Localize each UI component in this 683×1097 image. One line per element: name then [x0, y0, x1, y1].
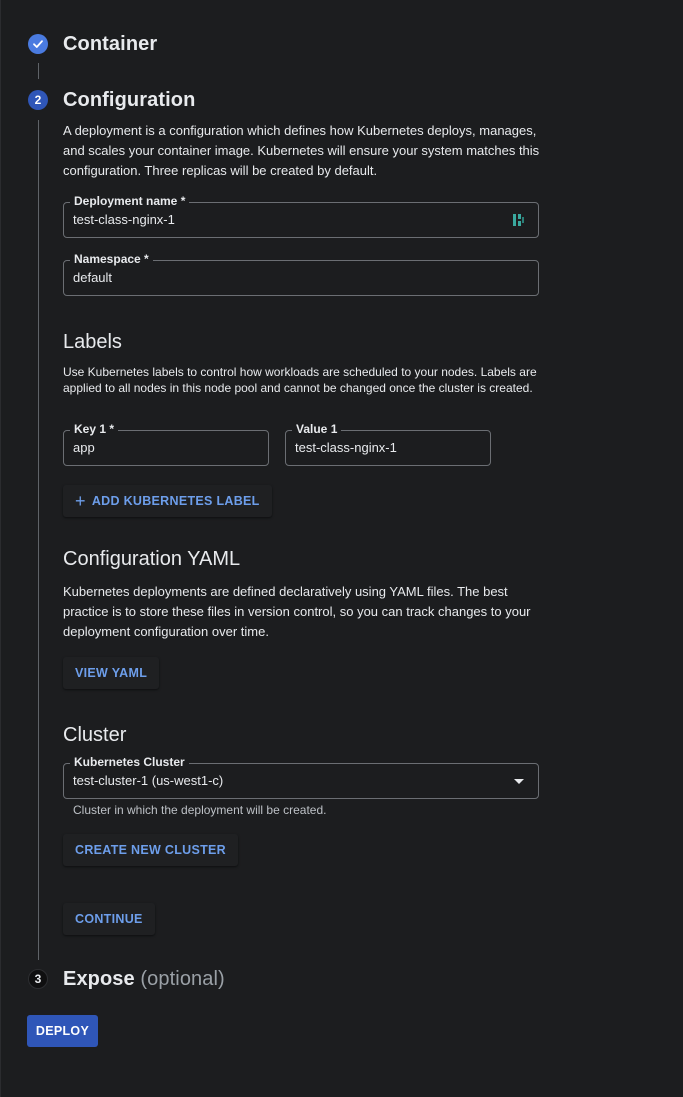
- check-icon: [28, 34, 48, 54]
- step-connector: [38, 63, 39, 79]
- labels-title: Labels: [63, 331, 122, 353]
- label-value-1-label: Value 1: [292, 421, 342, 437]
- deployment-form: Container 2 Configuration A deployment i…: [0, 0, 683, 1097]
- optional-label: (optional): [140, 968, 225, 990]
- cluster-helper-text: Cluster in which the deployment will be …: [73, 803, 327, 817]
- cluster-title: Cluster: [63, 724, 127, 746]
- deployment-name-label: Deployment name *: [70, 193, 190, 209]
- add-kubernetes-label-button[interactable]: + ADD KUBERNETES LABEL: [63, 485, 272, 517]
- label-value-1-field[interactable]: Value 1 test-class-nginx-1: [285, 421, 491, 466]
- configuration-yaml-title: Configuration YAML: [63, 548, 241, 570]
- expose-title-text: Expose: [63, 968, 135, 990]
- step-title-container[interactable]: Container: [63, 33, 157, 56]
- kubernetes-cluster-label: Kubernetes Cluster: [70, 754, 189, 770]
- label-key-1-field[interactable]: Key 1 * app: [63, 421, 269, 466]
- step-title-expose[interactable]: Expose (optional): [63, 968, 225, 991]
- deploy-button[interactable]: DEPLOY: [27, 1015, 98, 1047]
- namespace-value: default: [73, 270, 113, 285]
- plus-icon: +: [75, 491, 86, 511]
- deployment-name-field[interactable]: Deployment name * test-class-nginx-1: [63, 193, 539, 238]
- step-connector: [38, 120, 39, 960]
- step-title-configuration: Configuration: [63, 89, 196, 111]
- step-number-2: 2: [28, 90, 48, 110]
- label-key-1-value: app: [73, 440, 95, 455]
- add-kubernetes-label-text: ADD KUBERNETES LABEL: [91, 494, 260, 508]
- label-key-1-label: Key 1 *: [70, 421, 119, 437]
- namespace-field[interactable]: Namespace * default: [63, 251, 539, 296]
- namespace-label: Namespace *: [70, 251, 153, 267]
- label-value-1-value: test-class-nginx-1: [295, 440, 397, 455]
- labels-description: Use Kubernetes labels to control how wor…: [63, 365, 537, 395]
- dropdown-caret-icon[interactable]: [514, 779, 524, 784]
- key-icon[interactable]: [512, 212, 526, 228]
- continue-button[interactable]: CONTINUE: [63, 903, 155, 935]
- view-yaml-button[interactable]: VIEW YAML: [63, 657, 160, 689]
- step-number-3: 3: [28, 969, 48, 989]
- create-new-cluster-button[interactable]: CREATE NEW CLUSTER: [63, 834, 238, 866]
- configuration-yaml-description: Kubernetes deployments are defined decla…: [63, 584, 531, 639]
- configuration-description: A deployment is a configuration which de…: [63, 123, 540, 178]
- kubernetes-cluster-value: test-cluster-1 (us-west1-c): [73, 773, 224, 788]
- deployment-name-value: test-class-nginx-1: [73, 212, 175, 227]
- kubernetes-cluster-select[interactable]: Kubernetes Cluster test-cluster-1 (us-we…: [63, 754, 539, 799]
